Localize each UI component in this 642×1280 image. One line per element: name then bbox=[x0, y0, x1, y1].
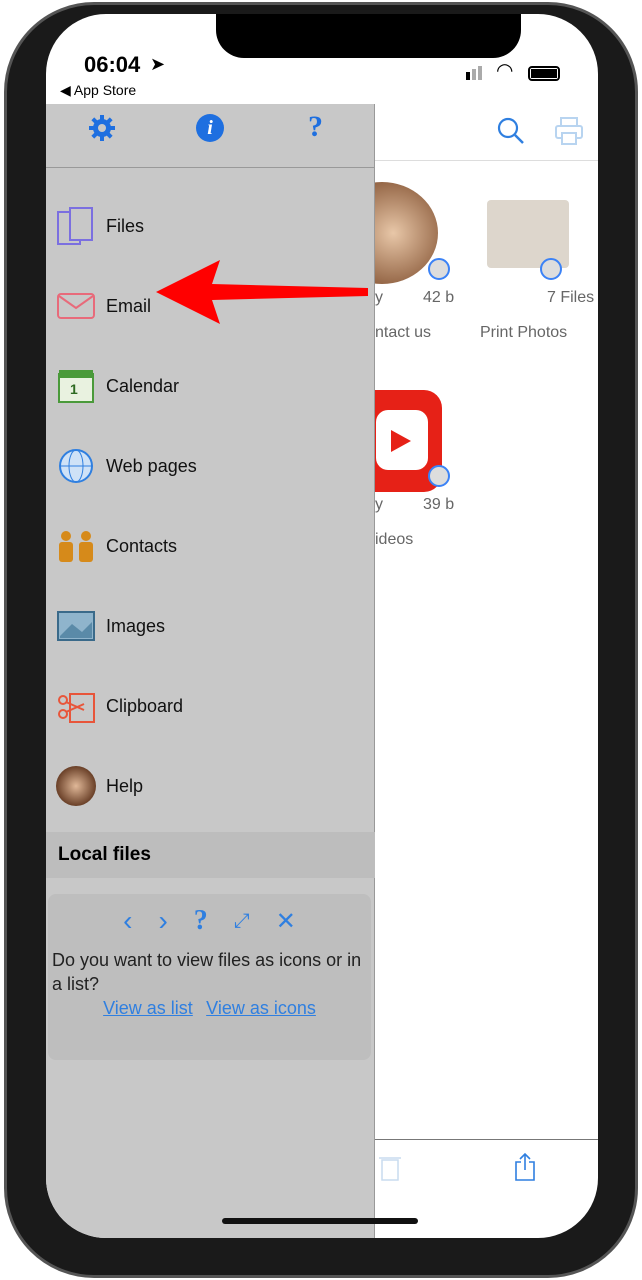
svg-text:1: 1 bbox=[70, 381, 78, 397]
search-icon[interactable] bbox=[496, 116, 526, 151]
toolbar-divider bbox=[375, 1139, 598, 1140]
share-icon[interactable] bbox=[513, 1152, 537, 1187]
trash-icon[interactable] bbox=[379, 1154, 401, 1187]
folder-name[interactable]: Print Photos bbox=[480, 324, 567, 342]
item-label: Files bbox=[106, 215, 145, 236]
signal-icon bbox=[466, 66, 482, 80]
screen: y 42 b ntact us 7 Files Print Photos y 3… bbox=[46, 14, 598, 1238]
drawer-item-web-pages[interactable]: Web pages bbox=[56, 444, 197, 488]
gear-icon[interactable] bbox=[88, 114, 116, 147]
tile-label: y bbox=[375, 289, 383, 306]
help-icon[interactable]: ? bbox=[194, 905, 208, 937]
back-to-app-store[interactable]: ◀ App Store bbox=[60, 82, 136, 99]
info-icon[interactable]: i bbox=[196, 114, 224, 142]
image-icon bbox=[56, 606, 96, 646]
email-icon bbox=[56, 286, 96, 326]
home-indicator[interactable] bbox=[222, 1218, 418, 1224]
select-checkbox[interactable] bbox=[540, 258, 562, 280]
help-avatar-icon bbox=[56, 766, 96, 806]
wifi-icon: ◠ bbox=[496, 60, 514, 82]
drawer-item-contacts[interactable]: Contacts bbox=[56, 524, 177, 568]
item-label: Email bbox=[106, 295, 152, 316]
file-name[interactable]: ntact us bbox=[375, 324, 431, 342]
globe-icon bbox=[56, 446, 96, 486]
battery-icon bbox=[528, 66, 560, 81]
print-icon[interactable] bbox=[554, 116, 584, 151]
drawer-item-help[interactable]: Help bbox=[56, 764, 143, 808]
calendar-icon: 1 bbox=[56, 366, 96, 406]
local-files-header: Local files bbox=[46, 832, 375, 878]
view-as-icons-link[interactable]: View as icons bbox=[206, 998, 316, 1018]
file-size: 42 b bbox=[423, 289, 455, 306]
item-label: Contacts bbox=[106, 535, 178, 556]
tip-panel: ‹ › ? ⤢ ✕ Do you want to view files as i… bbox=[48, 894, 371, 1060]
item-label: Images bbox=[106, 615, 166, 636]
tile-label: y bbox=[375, 496, 383, 513]
expand-icon[interactable]: ⤢ bbox=[234, 910, 250, 933]
item-label: Web pages bbox=[106, 455, 197, 476]
header-divider bbox=[375, 160, 598, 161]
drawer-item-email[interactable]: Email bbox=[56, 284, 151, 328]
select-checkbox[interactable] bbox=[428, 465, 450, 487]
drawer-item-calendar[interactable]: 1 Calendar bbox=[56, 364, 179, 408]
file-count: 7 Files bbox=[547, 289, 595, 306]
drawer-item-files[interactable]: Files bbox=[56, 204, 144, 248]
item-label: Help bbox=[106, 775, 144, 796]
red-arrow-annotation bbox=[156, 260, 368, 324]
files-icon bbox=[56, 206, 96, 246]
item-label: Clipboard bbox=[106, 695, 184, 716]
back-label: App Store bbox=[73, 82, 137, 98]
chevron-right-icon[interactable]: › bbox=[158, 905, 167, 937]
file-name[interactable]: ideos bbox=[375, 531, 413, 549]
select-checkbox[interactable] bbox=[428, 258, 450, 280]
close-icon[interactable]: ✕ bbox=[276, 907, 296, 936]
drawer-item-clipboard[interactable]: Clipboard bbox=[56, 684, 183, 728]
tip-text: Do you want to view files as icons or in… bbox=[52, 950, 362, 994]
status-time: 06:04 bbox=[84, 52, 141, 77]
view-as-list-link[interactable]: View as list bbox=[103, 998, 193, 1018]
drawer-toolbar: i ? bbox=[46, 104, 374, 168]
notch bbox=[216, 14, 521, 58]
location-icon: ➤ bbox=[150, 54, 166, 74]
drawer-item-images[interactable]: Images bbox=[56, 604, 165, 648]
file-size: 39 b bbox=[423, 496, 455, 513]
folder-icon[interactable] bbox=[487, 200, 569, 268]
item-label: Calendar bbox=[106, 375, 180, 396]
clipboard-icon bbox=[56, 686, 96, 726]
help-icon[interactable]: ? bbox=[308, 110, 323, 144]
contacts-icon bbox=[56, 526, 96, 566]
chevron-left-icon[interactable]: ‹ bbox=[123, 905, 132, 937]
